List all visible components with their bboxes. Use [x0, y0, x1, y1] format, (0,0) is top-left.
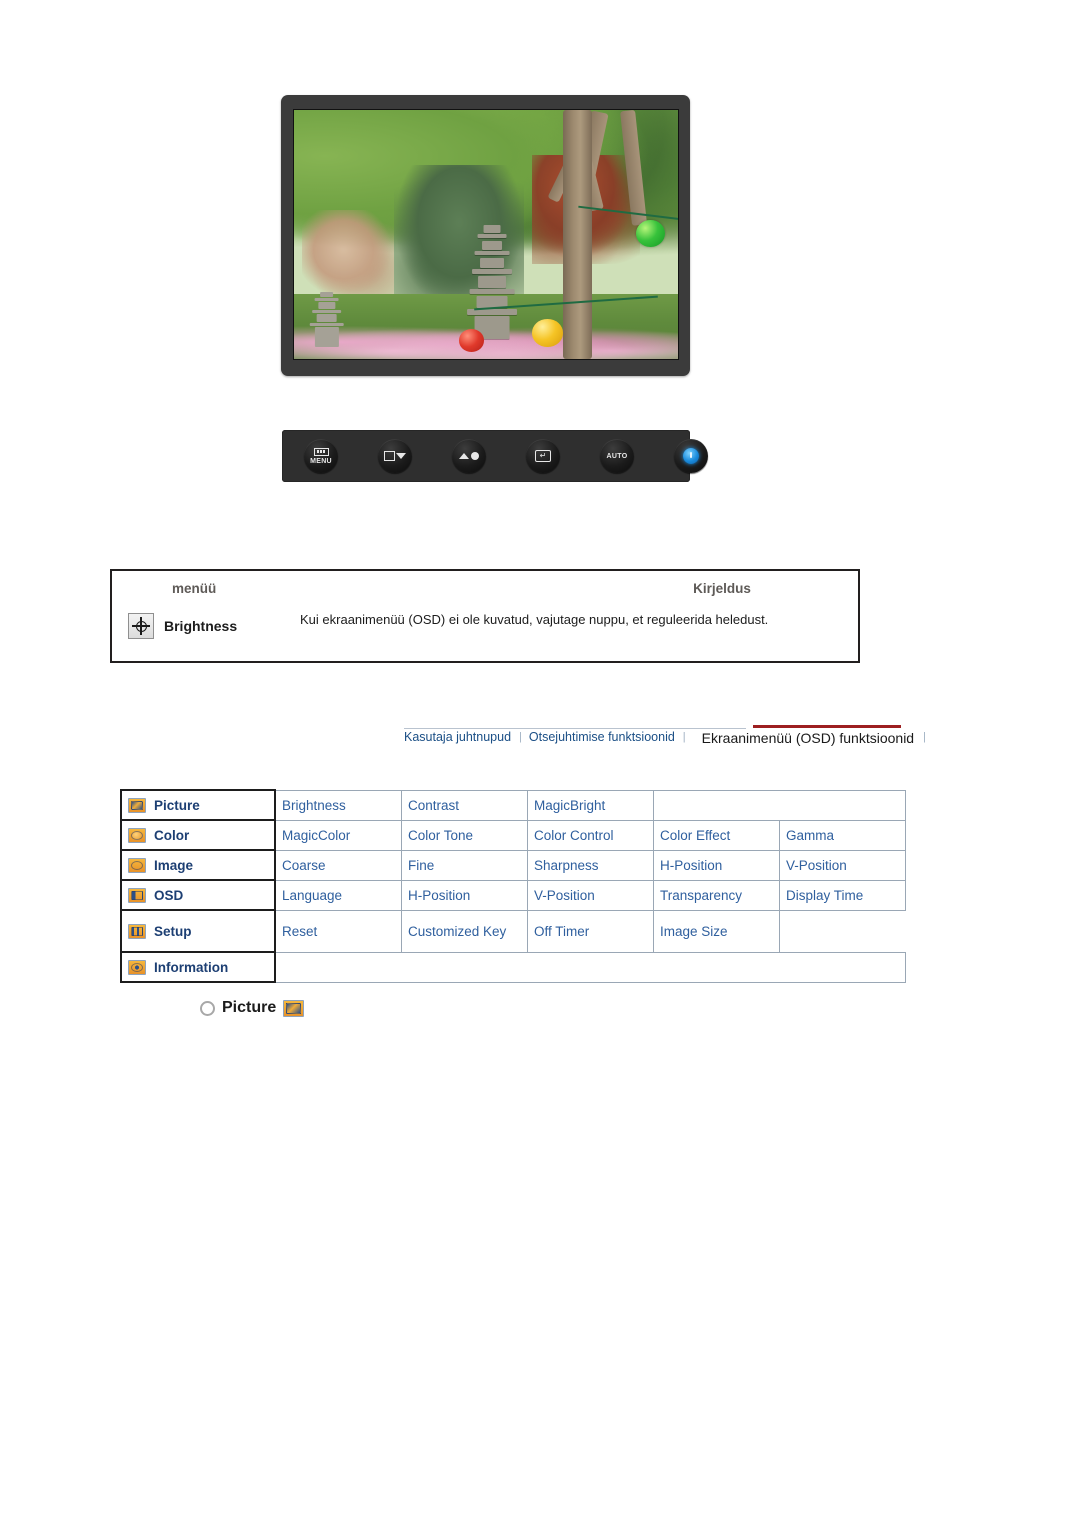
menu-item[interactable]: Transparency [653, 879, 780, 911]
nav-separator: | [519, 731, 522, 743]
menu-item[interactable]: Coarse [274, 849, 402, 881]
menu-item[interactable]: Fine [401, 849, 528, 881]
table-row: OSD Language H-Position V-Position Trans… [120, 879, 906, 911]
menu-item[interactable]: Language [274, 879, 402, 911]
menu-item[interactable]: Reset [274, 909, 402, 953]
nav-item-direct-functions[interactable]: Otsejuhtimise funktsioonid [529, 729, 683, 744]
osd-menu-map-table: Picture Brightness Contrast MagicBright … [120, 789, 906, 983]
menu-item-empty [780, 910, 906, 952]
column-header-menu: menüü [172, 581, 217, 596]
table-row: Setup Reset Customized Key Off Timer Ima… [120, 909, 906, 953]
table-row: Information [120, 951, 906, 983]
menu-category-label: Setup [154, 923, 192, 939]
table-row: Picture Brightness Contrast MagicBright [120, 789, 906, 821]
color-icon [128, 827, 146, 843]
source-down-icon [384, 451, 406, 461]
information-icon [128, 959, 146, 975]
menu-item[interactable]: Color Tone [401, 819, 528, 851]
menu-item[interactable]: Brightness [274, 789, 402, 821]
menu-item[interactable]: Sharpness [527, 849, 654, 881]
menu-item-empty [653, 789, 906, 821]
description-table: menüü Kirjeldus Brightness Kui ekraanime… [110, 569, 860, 663]
section-heading-picture: Picture [200, 999, 305, 1017]
nav-item-osd-functions[interactable]: Ekraanimenüü (OSD) funktsioonid [693, 729, 923, 746]
page-root: MENU ↵ AUTO menüü Kirjeldus Brightness K… [0, 0, 1080, 1528]
menu-item[interactable]: Gamma [779, 819, 906, 851]
brightness-up-icon [459, 452, 479, 460]
table-row: Color MagicColor Color Tone Color Contro… [120, 819, 906, 851]
menu-category-information[interactable]: Information [120, 951, 276, 983]
row-description-text: Kui ekraanimenüü (OSD) ei ole kuvatud, v… [300, 612, 769, 627]
menu-category-label: Color [154, 827, 190, 843]
menu-category-label: Information [154, 959, 229, 975]
menu-category-label: OSD [154, 887, 184, 903]
menu-item[interactable]: H-Position [653, 849, 780, 881]
monitor-button-bar: MENU ↵ AUTO [282, 430, 708, 482]
menu-item[interactable]: H-Position [401, 879, 528, 911]
menu-item[interactable]: MagicBright [527, 789, 654, 821]
picture-icon [283, 999, 305, 1017]
enter-icon: ↵ [535, 450, 551, 462]
description-table-header: menüü Kirjeldus [112, 571, 858, 607]
auto-button[interactable]: AUTO [600, 439, 634, 473]
nav-separator: | [682, 731, 686, 743]
pink-foliage [301, 209, 394, 300]
menu-category-setup[interactable]: Setup [120, 909, 276, 953]
menu-bars-icon [313, 447, 329, 456]
menu-item[interactable]: Off Timer [527, 909, 654, 953]
menu-category-color[interactable]: Color [120, 819, 276, 851]
power-icon [683, 448, 699, 464]
menu-item[interactable]: V-Position [779, 849, 906, 881]
row-menu-label: Brightness [164, 618, 238, 634]
monitor-screen [293, 109, 679, 360]
power-button[interactable] [674, 439, 708, 473]
menu-category-osd[interactable]: OSD [120, 879, 276, 911]
active-tab-underline [753, 725, 901, 728]
menu-button[interactable]: MENU [304, 439, 338, 473]
setup-icon [128, 923, 146, 939]
nav-item-user-controls[interactable]: Kasutaja juhtnupud [404, 729, 519, 744]
auto-button-label: AUTO [606, 452, 628, 460]
menu-item[interactable]: Image Size [653, 909, 780, 953]
stone-pagoda [466, 224, 517, 340]
description-table-row: Brightness Kui ekraanimenüü (OSD) ei ole… [112, 607, 858, 661]
menu-category-image[interactable]: Image [120, 849, 276, 881]
red-lantern [459, 329, 485, 352]
breadcrumb-nav: Kasutaja juhtnupud | Otsejuhtimise funkt… [404, 708, 926, 746]
monitor-illustration [281, 95, 690, 376]
menu-item[interactable]: Display Time [779, 879, 906, 911]
nav-separator: | [923, 731, 926, 743]
menu-category-picture[interactable]: Picture [120, 789, 276, 821]
tree-trunk [562, 110, 592, 359]
section-heading-label: Picture [222, 999, 277, 1016]
enter-button[interactable]: ↵ [526, 439, 560, 473]
source-down-button[interactable] [378, 439, 412, 473]
menu-item[interactable]: Contrast [401, 789, 528, 821]
nav-item-list: Kasutaja juhtnupud | Otsejuhtimise funkt… [404, 729, 933, 746]
menu-item[interactable]: Customized Key [401, 909, 528, 953]
brightness-icon [128, 613, 154, 639]
bullet-icon [200, 1000, 215, 1016]
menu-item[interactable]: V-Position [527, 879, 654, 911]
osd-icon [128, 887, 146, 903]
brightness-up-button[interactable] [452, 439, 486, 473]
garden-photo [294, 110, 678, 359]
yellow-lantern [532, 319, 563, 347]
menu-item-empty [274, 951, 906, 983]
small-stone-pagoda [309, 291, 344, 347]
green-lantern [635, 219, 665, 247]
menu-item[interactable]: Color Effect [653, 819, 780, 851]
menu-button-label: MENU [310, 457, 332, 465]
menu-item[interactable]: MagicColor [274, 819, 402, 851]
image-icon [128, 857, 146, 873]
picture-icon [128, 797, 146, 813]
menu-item[interactable]: Color Control [527, 819, 654, 851]
column-header-description: Kirjeldus [693, 581, 751, 596]
table-row: Image Coarse Fine Sharpness H-Position V… [120, 849, 906, 881]
menu-category-label: Image [154, 857, 194, 873]
menu-category-label: Picture [154, 797, 200, 813]
